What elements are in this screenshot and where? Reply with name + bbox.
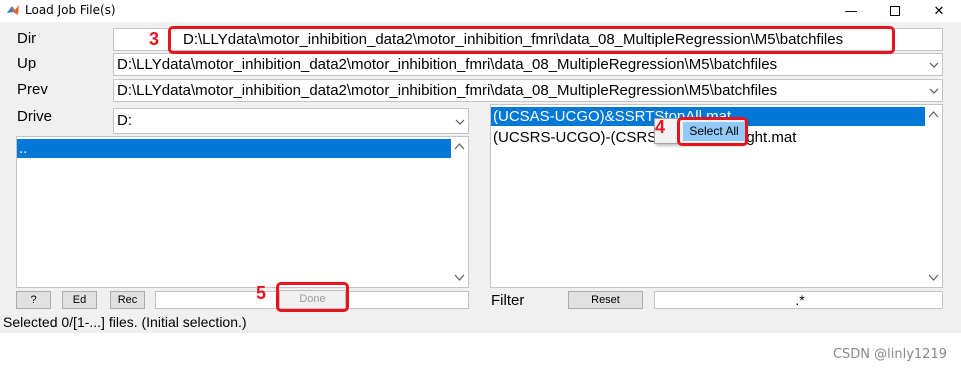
- scroll-up-icon[interactable]: [928, 110, 939, 118]
- annotation-box-3: [168, 26, 895, 54]
- annotation-number-3: 3: [149, 29, 160, 49]
- rec-button[interactable]: Rec: [110, 291, 145, 309]
- up-dropdown[interactable]: D:\LLYdata\motor_inhibition_data2\motor_…: [113, 53, 943, 76]
- reset-button[interactable]: Reset: [568, 291, 643, 309]
- load-job-dialog: Load Job File(s) — ✕ Dir D:\LLYdata\moto…: [0, 0, 961, 333]
- minimize-button[interactable]: —: [829, 0, 873, 22]
- up-dropdown-value: D:\LLYdata\motor_inhibition_data2\motor_…: [117, 56, 778, 73]
- drive-dropdown[interactable]: D:: [113, 108, 469, 134]
- filter-input[interactable]: .*: [654, 291, 943, 309]
- directory-scrollbar[interactable]: [451, 137, 468, 287]
- up-label: Up: [17, 55, 37, 72]
- drive-label: Drive: [17, 108, 53, 125]
- chevron-down-icon: [929, 62, 939, 68]
- dir-label: Dir: [17, 30, 37, 47]
- maximize-icon: [890, 6, 900, 16]
- annotation-box-5: [276, 282, 349, 312]
- filter-label: Filter: [491, 292, 525, 309]
- close-button[interactable]: ✕: [917, 0, 961, 22]
- maximize-button[interactable]: [873, 0, 917, 22]
- scroll-down-icon[interactable]: [928, 274, 939, 282]
- matlab-icon: [7, 5, 19, 15]
- ed-button[interactable]: Ed: [62, 291, 97, 309]
- drive-dropdown-value: D:: [117, 112, 132, 129]
- chevron-down-icon: [455, 119, 465, 125]
- help-button[interactable]: ?: [16, 291, 51, 309]
- scroll-down-icon[interactable]: [454, 274, 465, 282]
- prev-label: Prev: [17, 81, 48, 98]
- status-text: Selected 0/[1-...] files. (Initial selec…: [3, 314, 247, 330]
- prev-dropdown[interactable]: D:\LLYdata\motor_inhibition_data2\motor_…: [113, 79, 943, 102]
- annotation-number-4: 4: [655, 117, 666, 137]
- list-item[interactable]: ..: [17, 139, 451, 158]
- window-title: Load Job File(s): [25, 3, 116, 17]
- annotation-number-5: 5: [256, 283, 267, 303]
- chevron-down-icon: [929, 88, 939, 94]
- scroll-up-icon[interactable]: [454, 142, 465, 150]
- watermark: CSDN @linly1219: [832, 347, 947, 362]
- title-bar: Load Job File(s) — ✕: [0, 0, 961, 22]
- prev-dropdown-value: D:\LLYdata\motor_inhibition_data2\motor_…: [117, 82, 778, 99]
- annotation-box-4: [677, 117, 748, 146]
- file-scrollbar[interactable]: [925, 105, 942, 287]
- directory-list[interactable]: ..: [16, 136, 469, 288]
